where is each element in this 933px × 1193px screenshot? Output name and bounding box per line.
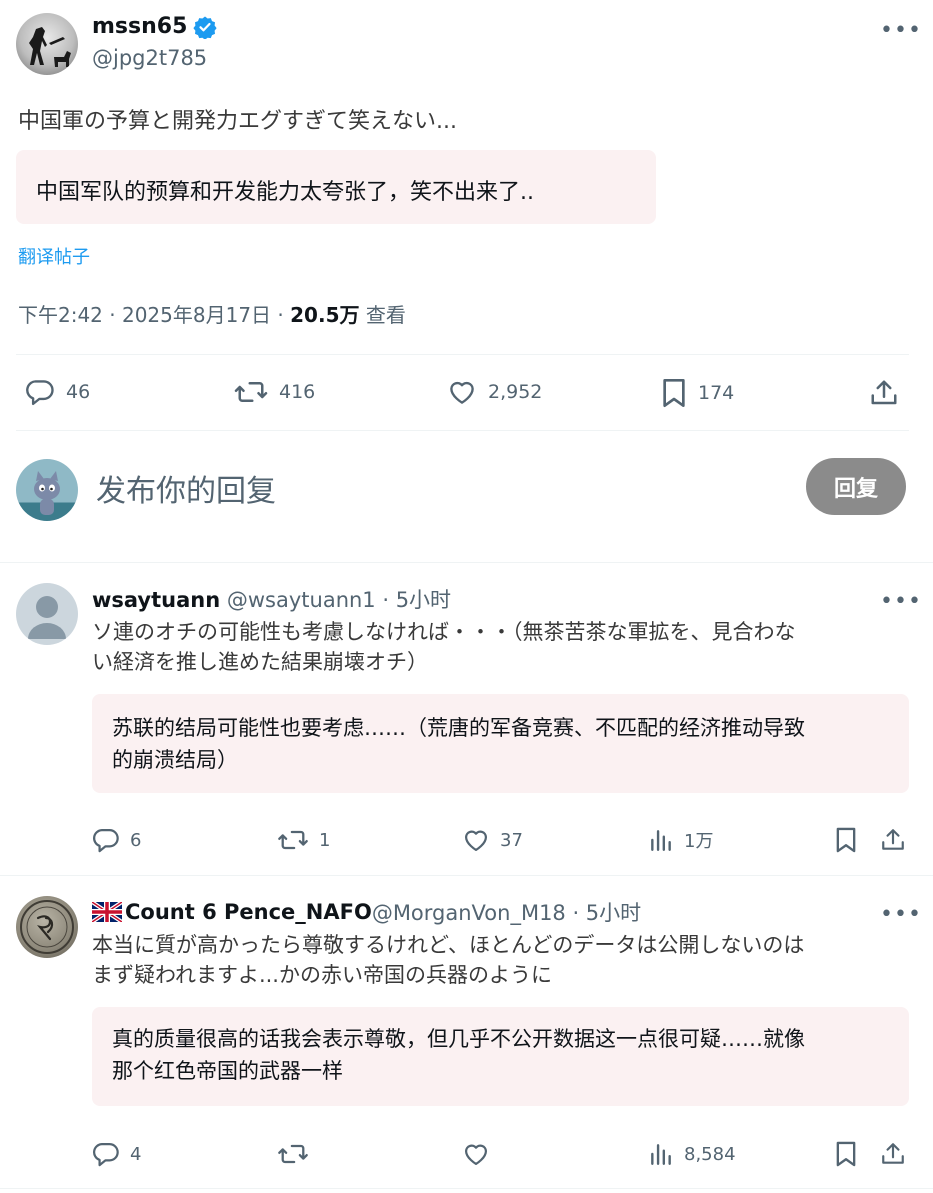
reply-author-name[interactable]: Count 6 Pence_NAFO <box>125 900 372 924</box>
bookmark-icon <box>836 1141 856 1167</box>
reply-action[interactable]: 4 <box>92 1140 141 1168</box>
reply-icon <box>93 1142 119 1167</box>
share-action[interactable] <box>869 377 899 413</box>
post-translation-text: 中国军队的预算和开发能力太夸张了，笑不出来了.. <box>36 180 534 205</box>
reply-author-avatar[interactable] <box>16 896 78 958</box>
reply-more-icon[interactable]: ••• <box>880 591 922 613</box>
reply-more-icon[interactable]: ••• <box>880 904 922 926</box>
share-icon <box>871 380 897 405</box>
reply-action[interactable]: 46 <box>24 377 90 407</box>
reply-text-line: 本当に質が高かったら尊敬するけれど、ほとんどのデータは公開しないのは <box>92 933 805 957</box>
reply-author-name[interactable]: wsaytuann <box>92 588 220 612</box>
post-views-label: 查看 <box>359 303 406 327</box>
share-icon <box>882 1143 904 1164</box>
post-author-name[interactable]: mssn65 <box>92 14 187 39</box>
reply-composer-input[interactable]: 发布你的回复 <box>96 466 276 510</box>
post-translation-box: 中国军队的预算和开发能力太夸张了，笑不出来了.. <box>16 150 656 224</box>
analytics-icon <box>651 830 671 851</box>
reply-translation-box: 真的质量很高的话我会表示尊敬，但几乎不公开数据这一点很可疑……就像 那个红色帝国… <box>92 1007 909 1106</box>
like-count: 2,952 <box>488 381 543 403</box>
post-author-handle[interactable]: @jpg2t785 <box>92 46 207 70</box>
heart-icon <box>464 1144 488 1166</box>
repost-icon <box>278 1144 308 1164</box>
like-action[interactable]: 37 <box>462 826 523 854</box>
reply-translation-line: 那个红色帝国的武器一样 <box>112 1059 343 1083</box>
repost-action[interactable]: 1 <box>277 826 330 854</box>
reply-action[interactable]: 6 <box>92 826 141 854</box>
soldier-dog-silhouette-icon <box>29 27 71 67</box>
repost-action[interactable]: 416 <box>233 377 315 407</box>
repost-action[interactable] <box>277 1140 309 1168</box>
reply-count: 46 <box>66 381 91 403</box>
reply-author-meta[interactable]: @wsaytuann1 · 5小时 <box>220 588 451 612</box>
repost-icon <box>278 830 308 850</box>
post-time[interactable]: 下午2:42 · 2025年8月17日 · <box>18 303 290 327</box>
bookmark-action[interactable] <box>834 826 858 858</box>
reply-translation-line: 的崩溃结局） <box>112 748 238 772</box>
bookmark-icon <box>663 379 685 407</box>
reply-icon <box>26 380 54 406</box>
heart-icon <box>450 381 474 404</box>
reply-translation-line: 真的质量很高的话我会表示尊敬，但几乎不公开数据这一点很可疑……就像 <box>112 1027 805 1051</box>
reply-submit-button[interactable]: 回复 <box>806 458 906 515</box>
bookmark-action[interactable]: 174 <box>660 377 734 409</box>
reply-text-line: い経済を推し進めた結果崩壊オチ） <box>92 650 428 674</box>
heart-icon <box>464 830 488 852</box>
reply-count: 4 <box>130 1143 142 1165</box>
bookmark-action[interactable] <box>834 1140 858 1172</box>
post-timestamp-row: 下午2:42 · 2025年8月17日 · 20.5万 查看 <box>18 299 406 328</box>
uk-flag-icon <box>92 902 122 922</box>
share-icon <box>882 829 904 850</box>
share-action[interactable] <box>880 1140 906 1172</box>
repost-count: 1 <box>319 829 331 851</box>
post-author-avatar[interactable] <box>16 13 78 75</box>
translate-post-link[interactable]: 翻译帖子 <box>18 243 90 269</box>
cartoon-cat-icon <box>34 471 60 515</box>
like-action[interactable] <box>462 1140 490 1168</box>
post-more-icon[interactable]: ••• <box>880 20 922 42</box>
reply-translation-box: 苏联的结局可能性也要考虑……（荒唐的军备竞赛、不匹配的经济推动导致 的崩溃结局） <box>92 694 909 793</box>
views-action[interactable]: 8,584 <box>648 1140 736 1168</box>
reply-author-avatar[interactable] <box>16 583 78 645</box>
like-count: 37 <box>500 829 523 851</box>
bookmark-icon <box>836 827 856 853</box>
reply-translation-line: 苏联的结局可能性也要考虑……（荒唐的军备竞赛、不匹配的经济推动导致 <box>112 716 805 740</box>
reply-text-line: ソ連のオチの可能性も考慮しなければ・・・（無茶苦茶な軍拡を、見合わな <box>92 620 796 644</box>
analytics-icon <box>651 1144 671 1165</box>
repost-count: 416 <box>279 381 316 403</box>
my-avatar[interactable] <box>16 459 78 521</box>
post-text: 中国軍の予算と開発力エグすぎて笑えない... <box>18 109 457 134</box>
reply-text-line: まず疑われますよ...かの赤い帝国の兵器のように <box>92 963 552 987</box>
reply-count: 6 <box>130 829 142 851</box>
coin-icon <box>20 900 74 954</box>
bookmark-count: 174 <box>698 382 735 404</box>
reply-author-meta[interactable]: @MorganVon_M18 · 5小时 <box>372 897 641 927</box>
reply-text: 本当に質が高かったら尊敬するけれど、ほとんどのデータは公開しないのは まず疑われ… <box>92 930 804 990</box>
share-action[interactable] <box>880 826 906 858</box>
like-action[interactable]: 2,952 <box>446 377 542 407</box>
reply-text: ソ連のオチの可能性も考慮しなければ・・・（無茶苦茶な軍拡を、見合わな い経済を推… <box>92 617 796 677</box>
verified-badge-icon <box>193 16 217 39</box>
views-count: 8,584 <box>684 1143 736 1165</box>
repost-icon <box>234 382 268 402</box>
post-views-count: 20.5万 <box>290 303 360 327</box>
views-action[interactable]: 1万 <box>648 826 713 854</box>
default-user-icon <box>28 596 66 639</box>
views-count: 1万 <box>684 831 714 852</box>
reply-icon <box>93 828 119 853</box>
